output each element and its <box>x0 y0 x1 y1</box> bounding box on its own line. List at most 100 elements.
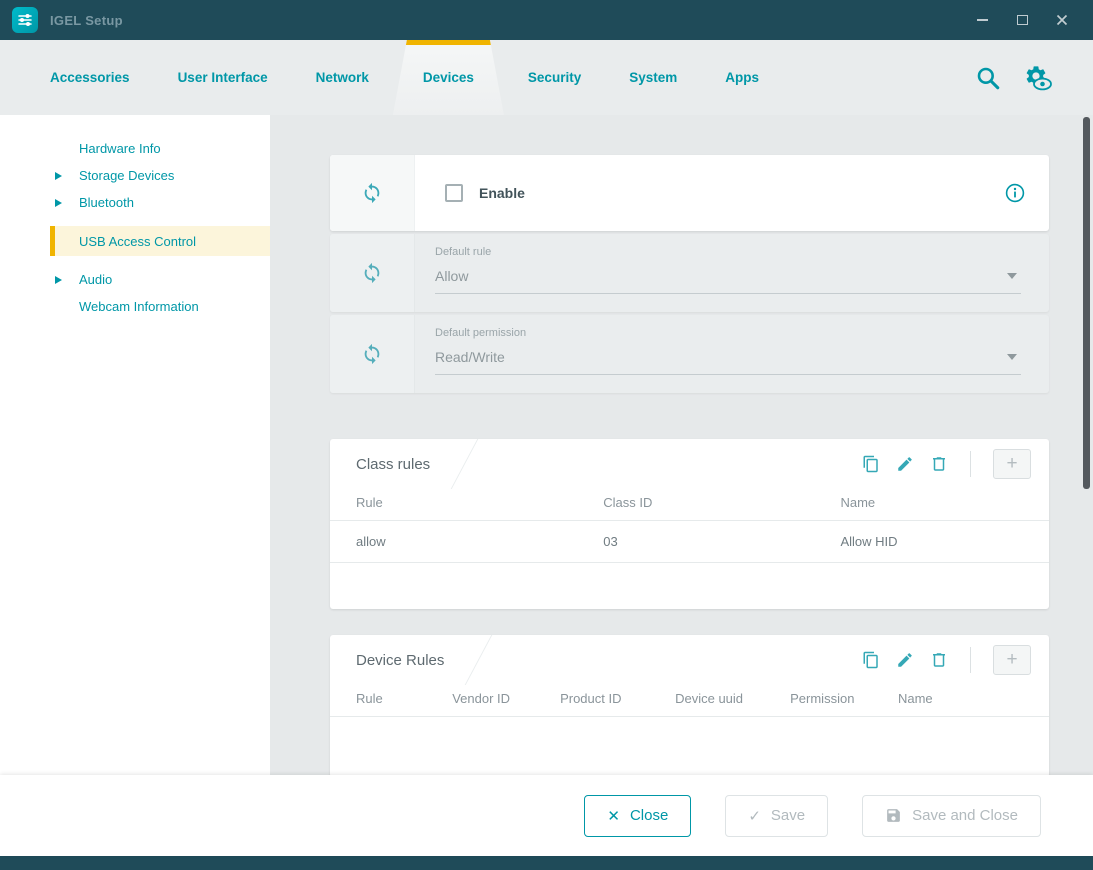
sidebar-item-webcam-information[interactable]: Webcam Information <box>50 293 270 320</box>
device-rules-title: Device Rules <box>356 652 444 669</box>
dropdown-caret-icon <box>1007 354 1017 360</box>
sidebar-item-label: Audio <box>79 272 112 287</box>
plus-icon: + <box>1006 453 1017 475</box>
search-icon[interactable] <box>975 65 1001 91</box>
window-controls <box>967 7 1083 33</box>
vertical-scrollbar <box>1083 117 1090 773</box>
main-content: Enable Default rule <box>270 115 1093 775</box>
settings-eye-icon[interactable] <box>1021 63 1053 93</box>
header-divider <box>465 635 493 685</box>
tab-label: Apps <box>725 70 759 85</box>
dropdown-caret-icon <box>1007 273 1017 279</box>
header-divider <box>451 439 479 489</box>
sync-icon-zone <box>330 315 415 393</box>
sync-icon-zone <box>330 234 415 312</box>
default-rule-card: Default rule Allow <box>330 234 1049 312</box>
tab-bar: Accessories User Interface Network Devic… <box>0 40 1093 115</box>
maximize-button[interactable] <box>1007 7 1037 33</box>
igel-setup-window: IGEL Setup Accessories User Interface Ne… <box>0 0 1093 870</box>
sidebar-item-bluetooth[interactable]: Bluetooth <box>50 189 270 216</box>
cell-name: Allow HID <box>840 521 1049 563</box>
tab-label: User Interface <box>178 70 268 85</box>
trash-icon[interactable] <box>930 455 948 473</box>
add-device-rule-button[interactable]: + <box>993 645 1031 675</box>
enable-checkbox[interactable] <box>445 184 463 202</box>
plus-icon: + <box>1006 649 1017 671</box>
sidebar: Hardware Info Storage Devices Bluetooth … <box>0 115 270 775</box>
class-rules-header: Class rules + <box>330 439 1049 489</box>
copy-icon[interactable] <box>862 651 880 669</box>
class-rule-row[interactable]: allow 03 Allow HID <box>330 521 1049 563</box>
column-header-permission: Permission <box>790 685 898 717</box>
enable-card: Enable <box>330 155 1049 231</box>
tabbar-tools <box>975 40 1093 115</box>
chevron-right-icon <box>55 276 62 284</box>
sync-icon <box>361 182 383 204</box>
class-rules-header-row: Rule Class ID Name <box>330 489 1049 521</box>
empty-table-area <box>330 717 1049 775</box>
save-button[interactable]: ✓ Save <box>725 795 828 837</box>
titlebar: IGEL Setup <box>0 0 1093 40</box>
tab-accessories[interactable]: Accessories <box>26 40 154 115</box>
enable-row: Enable <box>415 155 1049 231</box>
trash-icon[interactable] <box>930 651 948 669</box>
tab-system[interactable]: System <box>605 40 701 115</box>
default-rule-select[interactable]: Allow <box>435 258 1021 294</box>
enable-label: Enable <box>479 185 525 201</box>
sync-icon <box>361 343 383 365</box>
save-button-label: Save <box>771 807 805 824</box>
column-header-name: Name <box>898 685 1049 717</box>
edit-icon[interactable] <box>896 455 914 473</box>
default-permission-label: Default permission <box>435 327 1021 339</box>
tab-label: Security <box>528 70 581 85</box>
sidebar-item-label: USB Access Control <box>79 234 196 249</box>
close-button[interactable]: ✕ Close <box>584 795 691 837</box>
default-rule-field: Default rule Allow <box>415 234 1049 312</box>
scrollbar-thumb[interactable] <box>1083 117 1090 489</box>
copy-icon[interactable] <box>862 455 880 473</box>
sidebar-item-label: Hardware Info <box>79 141 161 156</box>
class-rules-title: Class rules <box>356 456 430 473</box>
info-icon[interactable] <box>1005 183 1025 203</box>
column-header-rule: Rule <box>330 489 603 521</box>
tab-apps[interactable]: Apps <box>701 40 783 115</box>
close-window-button[interactable] <box>1047 7 1077 33</box>
maximize-icon <box>1017 15 1028 25</box>
sidebar-item-label: Webcam Information <box>79 299 199 314</box>
window-title: IGEL Setup <box>50 13 123 28</box>
sidebar-item-usb-access-control[interactable]: USB Access Control <box>50 226 270 256</box>
tab-security[interactable]: Security <box>504 40 605 115</box>
cell-class-id: 03 <box>603 521 840 563</box>
minimize-button[interactable] <box>967 7 997 33</box>
close-x-icon: ✕ <box>607 807 620 825</box>
add-class-rule-button[interactable]: + <box>993 449 1031 479</box>
minimize-icon <box>977 19 988 21</box>
default-permission-value: Read/Write <box>435 349 1007 365</box>
sync-icon <box>361 262 383 284</box>
sidebar-item-audio[interactable]: Audio <box>50 266 270 293</box>
default-rule-label: Default rule <box>435 246 1021 258</box>
default-permission-select[interactable]: Read/Write <box>435 339 1021 375</box>
check-icon: ✓ <box>748 807 761 825</box>
class-rules-actions: + <box>862 449 1031 479</box>
device-rules-header-row: Rule Vendor ID Product ID Device uuid Pe… <box>330 685 1049 717</box>
edit-icon[interactable] <box>896 651 914 669</box>
tab-network[interactable]: Network <box>292 40 393 115</box>
sidebar-item-storage-devices[interactable]: Storage Devices <box>50 162 270 189</box>
class-rules-card: Class rules + <box>330 439 1049 609</box>
column-header-vendor-id: Vendor ID <box>452 685 560 717</box>
sync-icon-zone <box>330 155 415 231</box>
save-and-close-button[interactable]: Save and Close <box>862 795 1041 837</box>
footer-bar: ✕ Close ✓ Save Save and Close <box>0 775 1093 856</box>
device-rules-table: Rule Vendor ID Product ID Device uuid Pe… <box>330 685 1049 717</box>
close-button-label: Close <box>630 807 668 824</box>
device-rules-header: Device Rules + <box>330 635 1049 685</box>
sidebar-item-hardware-info[interactable]: Hardware Info <box>50 135 270 162</box>
column-header-rule: Rule <box>330 685 452 717</box>
default-rule-value: Allow <box>435 268 1007 284</box>
tab-devices[interactable]: Devices <box>393 40 504 115</box>
tab-label: Accessories <box>50 70 130 85</box>
class-rules-table: Rule Class ID Name allow 03 Allow HID <box>330 489 1049 563</box>
tab-label: System <box>629 70 677 85</box>
tab-user-interface[interactable]: User Interface <box>154 40 292 115</box>
